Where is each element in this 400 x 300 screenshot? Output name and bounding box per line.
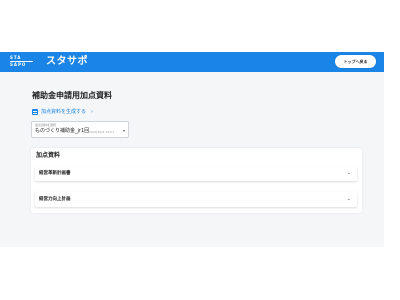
brand-name: スタサポ — [46, 56, 88, 67]
chevron-down-icon: ⌄ — [346, 196, 351, 202]
logo-text-top: STA — [10, 55, 22, 60]
select-timestamp: 2024/10/4 14:51 — [89, 130, 114, 134]
chevron-down-icon: ⌄ — [346, 170, 351, 176]
accordion-management-improvement[interactable]: 経営力向上計画 ⌄ — [35, 192, 357, 207]
document-icon — [32, 109, 38, 115]
header-bar: STA SAPO スタサポ トップへ戻る — [0, 52, 384, 72]
accordion-label: 経営革新計画書 — [39, 171, 71, 176]
materials-select[interactable]: 加点資料を選択 ものづくり補助金_jr1回 2024/10/4 14:51 ▾ — [31, 121, 129, 138]
materials-card: 加点資料 経営革新計画書 ⌄ 経営力向上計画 ⌄ — [31, 148, 362, 213]
select-value: ものづくり補助金_jr1回 — [35, 128, 90, 134]
logo-text-bottom: SAPO — [10, 62, 27, 67]
accordion-label: 経営力向上計画 — [39, 197, 71, 202]
chevron-down-icon: ▾ — [122, 128, 125, 133]
generate-materials-link[interactable]: 加点資料を生成する › — [32, 108, 93, 116]
generate-link-label: 加点資料を生成する — [41, 109, 87, 115]
app-logo[interactable]: STA SAPO — [10, 54, 40, 70]
accordion-management-innovation[interactable]: 経営革新計画書 ⌄ — [35, 166, 357, 181]
card-title: 加点資料 — [36, 152, 61, 159]
select-label: 加点資料を選択 — [35, 123, 57, 127]
chevron-right-icon: › — [91, 109, 94, 115]
back-to-top-button[interactable]: トップへ戻る — [335, 55, 376, 68]
page-title: 補助金申請用加点資料 — [32, 91, 112, 100]
